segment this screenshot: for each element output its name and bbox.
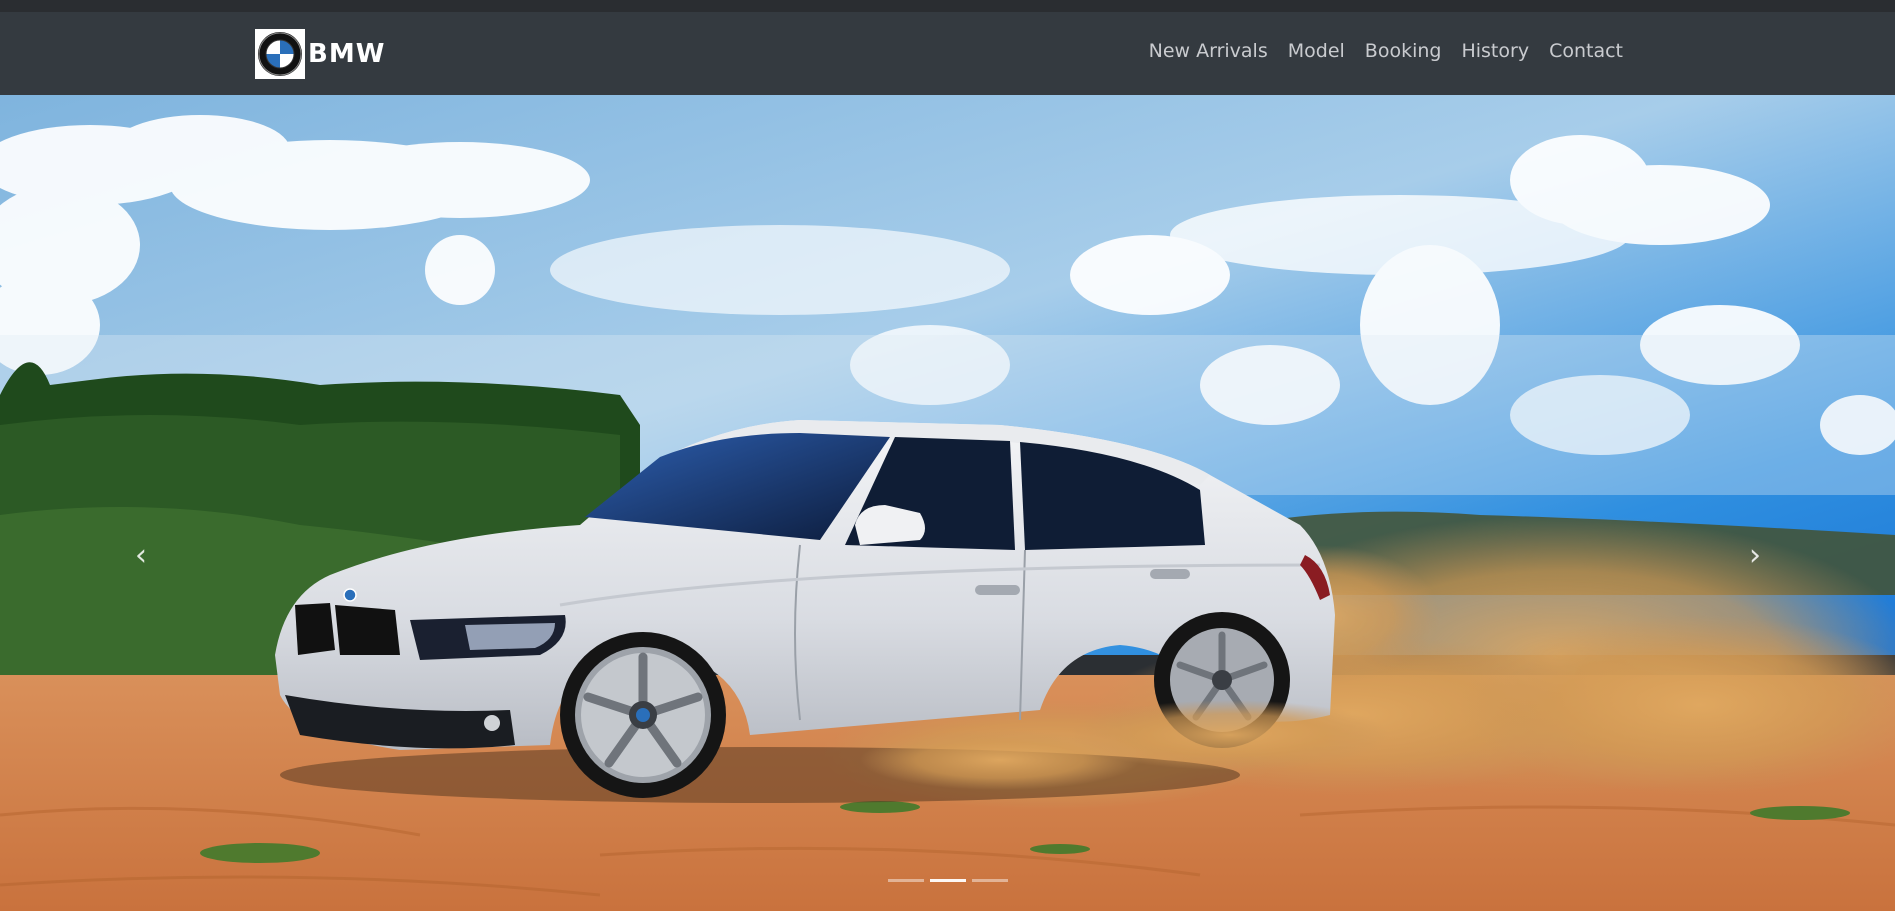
- nav-links: New Arrivals Model Booking History Conta…: [1139, 40, 1633, 62]
- carousel-prev-button[interactable]: ‹: [121, 535, 161, 575]
- nav-link-new-arrivals[interactable]: New Arrivals: [1139, 40, 1278, 62]
- brand-name: BMW: [308, 39, 386, 69]
- nav-link-contact[interactable]: Contact: [1539, 40, 1633, 62]
- nav-link-model[interactable]: Model: [1278, 40, 1355, 62]
- carousel-indicator-3[interactable]: [971, 879, 1008, 882]
- carousel-next-button[interactable]: ›: [1735, 535, 1775, 575]
- carousel-indicators: [0, 879, 1895, 882]
- bmw-logo-icon: [255, 29, 305, 79]
- brand-link[interactable]: BMW: [255, 29, 385, 79]
- chevron-right-icon: ›: [1749, 537, 1761, 573]
- hero-slide-image: [0, 95, 1895, 911]
- navbar: BMW New Arrivals Model Booking History C…: [0, 12, 1895, 95]
- carousel-indicator-2[interactable]: [929, 879, 966, 882]
- top-strip: [0, 0, 1895, 12]
- nav-link-history[interactable]: History: [1451, 40, 1539, 62]
- hero-carousel: ‹ ›: [0, 95, 1895, 911]
- carousel-indicator-1[interactable]: [887, 879, 924, 882]
- chevron-left-icon: ‹: [135, 537, 147, 573]
- nav-link-booking[interactable]: Booking: [1355, 40, 1452, 62]
